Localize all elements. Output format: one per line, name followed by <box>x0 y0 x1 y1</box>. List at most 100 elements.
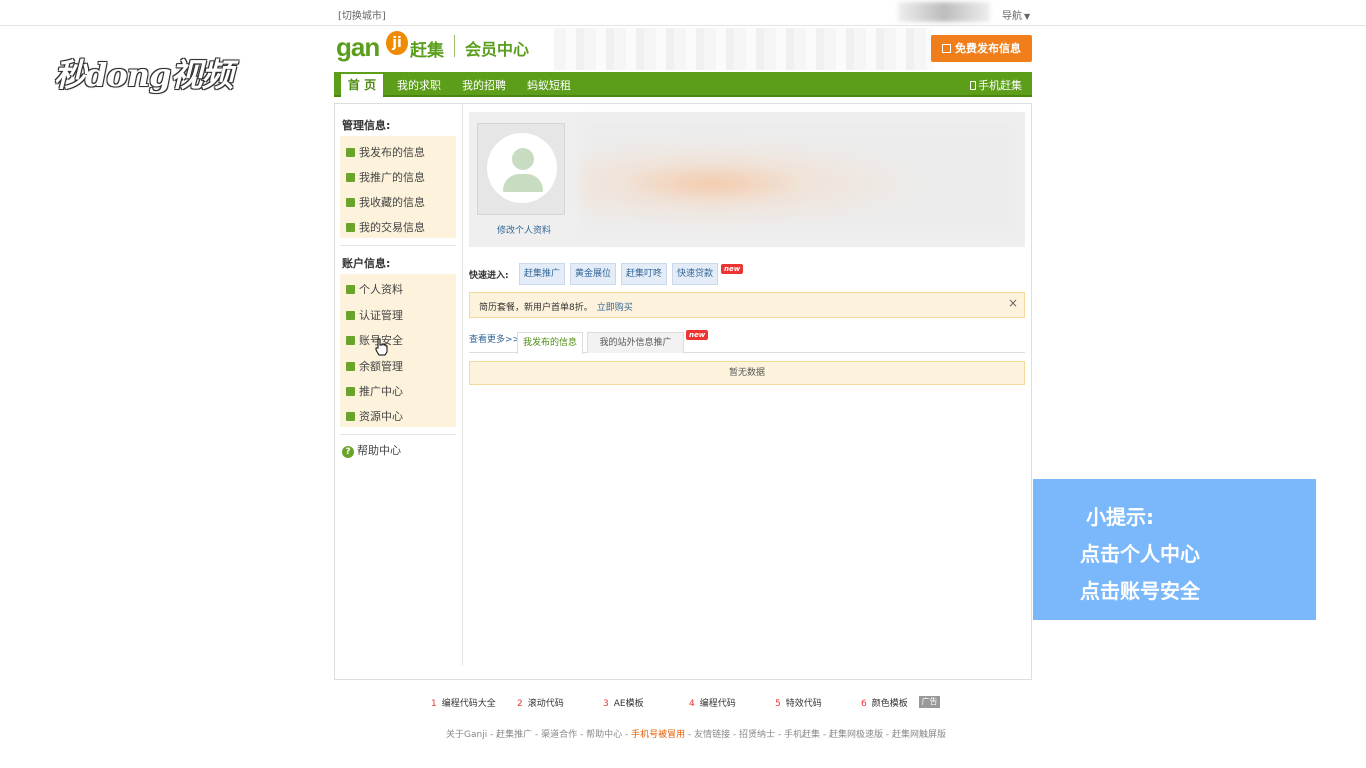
avatar-circle <box>487 133 557 203</box>
new-badge: new <box>721 264 744 274</box>
mail-icon <box>346 223 355 232</box>
tab-offsite-promotion[interactable]: 我的站外信息推广 <box>587 332 684 353</box>
sidebar-item-my-trades[interactable]: 我的交易信息 <box>346 219 425 235</box>
chevron-down-icon: ▼ <box>1024 12 1031 21</box>
link-number: 2 <box>517 699 523 709</box>
sidebar-item-label: 认证管理 <box>359 309 403 322</box>
sidebar-item-label: 我发布的信息 <box>359 146 425 159</box>
ganji-logo-cn: 赶集 <box>410 41 444 61</box>
nav-tab-job-search[interactable]: 我的求职 <box>397 77 441 93</box>
sidebar-item-verification[interactable]: 认证管理 <box>346 307 403 323</box>
avatar[interactable] <box>477 123 565 215</box>
quick-entry-loan[interactable]: 快速贷款 <box>672 263 718 285</box>
blurred-profile-banner <box>580 120 1020 235</box>
link-label: 编程代码 <box>699 699 736 709</box>
sidebar-item-label: 我的交易信息 <box>359 221 425 234</box>
sidebar-item-help[interactable]: ? 帮助中心 <box>342 442 401 458</box>
account-info-heading: 账户信息: <box>342 257 391 270</box>
footer-ad-link[interactable]: 1 编程代码大全 <box>431 696 496 709</box>
free-post-button[interactable]: 免费发布信息 <box>931 35 1032 62</box>
sidebar-item-my-posts[interactable]: 我发布的信息 <box>346 144 425 160</box>
sidebar-item-balance[interactable]: 余额管理 <box>346 358 403 374</box>
footer-links-text: 关于Ganji - 赶集推广 - 渠道合作 - 帮助中心 - <box>446 730 632 740</box>
question-icon: ? <box>342 446 354 458</box>
city-switch-link[interactable]: [切换城市] <box>338 7 386 22</box>
footer-ad-link[interactable]: 6 颜色模板 <box>861 696 908 709</box>
link-number: 4 <box>689 699 695 709</box>
view-more-link[interactable]: 查看更多>> <box>469 332 520 345</box>
watermark-logo-text: 秒dong视频 <box>54 56 233 94</box>
ganji-logo[interactable]: gan <box>336 32 380 63</box>
quick-entry-promote[interactable]: 赶集推广 <box>519 263 565 285</box>
nav-tab-home[interactable]: 首 页 <box>341 74 383 97</box>
nav-tab-recruitment[interactable]: 我的招聘 <box>462 77 506 93</box>
mobile-ganji-link[interactable]: 手机赶集 <box>970 77 1022 93</box>
quick-entry-gold-booth[interactable]: 黄金展位 <box>570 263 616 285</box>
sidebar-item-label: 资源中心 <box>359 410 403 423</box>
sidebar-item-my-promotions[interactable]: 我推广的信息 <box>346 169 425 185</box>
link-number: 5 <box>775 699 781 709</box>
footer-highlight-link[interactable]: 手机号被冒用 <box>631 730 685 740</box>
manage-info-heading: 管理信息: <box>342 119 391 132</box>
sidebar-separator <box>340 245 456 246</box>
buy-now-link[interactable]: 立即购买 <box>597 303 633 313</box>
footer-ad-link[interactable]: 4 编程代码 <box>689 696 736 709</box>
header-divider <box>454 35 455 57</box>
sidebar-item-label: 个人资料 <box>359 283 403 296</box>
free-post-label: 免费发布信息 <box>955 42 1021 55</box>
plus-box-icon <box>346 362 355 371</box>
certificate-icon <box>346 311 355 320</box>
plus-box-icon <box>346 412 355 421</box>
sidebar-divider <box>462 103 463 665</box>
tip-line-1: 点击个人中心 <box>1080 542 1200 566</box>
sidebar-item-promotion-center[interactable]: 推广中心 <box>346 383 403 399</box>
sidebar-item-label: 帮助中心 <box>357 444 401 457</box>
sidebar-item-my-favorites[interactable]: 我收藏的信息 <box>346 194 425 210</box>
mobile-ganji-label: 手机赶集 <box>978 79 1022 92</box>
sidebar-item-profile[interactable]: 个人资料 <box>346 281 403 297</box>
link-label: 颜色模板 <box>871 699 908 709</box>
blurred-user-area <box>898 2 990 22</box>
link-number: 6 <box>861 699 867 709</box>
tab-my-posts[interactable]: 我发布的信息 <box>517 332 583 354</box>
notice-bar: 简历套餐，新用户首单8折。 立即购买 × <box>469 292 1025 318</box>
shield-icon <box>346 336 355 345</box>
top-bar: [切换城市] 导航 ▼ <box>0 0 1366 26</box>
sidebar-item-label: 余额管理 <box>359 360 403 373</box>
new-badge: new <box>686 330 709 340</box>
link-number: 3 <box>603 699 609 709</box>
sidebar-separator <box>340 434 456 435</box>
edit-icon <box>942 44 951 53</box>
megaphone-icon <box>346 173 355 182</box>
main-nav: 首 页 我的求职 我的招聘 蚂蚁短租 手机赶集 <box>334 72 1032 97</box>
quick-entry-label: 快速进入: <box>469 271 509 281</box>
quick-entry-dingdong[interactable]: 赶集叮咚 <box>621 263 667 285</box>
nav-tab-short-rent[interactable]: 蚂蚁短租 <box>527 77 571 93</box>
footer-ad-links: 1 编程代码大全 2 滚动代码 3 AE模板 4 编程代码 5 特效代码 6 颜色模板 广告 <box>430 696 950 710</box>
ad-tag: 广告 <box>919 696 940 708</box>
watermark-logo: 秒dong视频 <box>50 48 255 98</box>
footer-links[interactable]: 关于Ganji - 赶集推广 - 渠道合作 - 帮助中心 - 手机号被冒用 - … <box>446 727 946 740</box>
phone-icon <box>970 81 976 90</box>
folder-icon <box>346 198 355 207</box>
plus-box-icon <box>346 387 355 396</box>
user-avatar-body <box>503 174 543 192</box>
notice-message: 简历套餐，新用户首单8折。 <box>479 303 593 313</box>
footer-links-text-2: - 友情链接 - 招贤纳士 - 手机赶集 - 赶集网极速版 - 赶集网触屏版 <box>685 730 946 740</box>
close-icon[interactable]: × <box>1008 296 1018 310</box>
tip-line-2: 点击账号安全 <box>1080 579 1200 603</box>
sidebar-item-label: 我收藏的信息 <box>359 196 425 209</box>
sidebar-item-label: 我推广的信息 <box>359 171 425 184</box>
sidebar-item-resource-center[interactable]: 资源中心 <box>346 408 403 424</box>
ganji-logo-badge: ji <box>386 31 408 55</box>
edit-profile-link[interactable]: 修改个人资料 <box>497 223 551 236</box>
link-label: 特效代码 <box>785 699 822 709</box>
user-avatar-icon <box>512 148 534 170</box>
footer-ad-link[interactable]: 2 滚动代码 <box>517 696 564 709</box>
page-title: 会员中心 <box>465 40 530 59</box>
nav-menu-dropdown[interactable]: 导航 ▼ <box>1002 7 1030 22</box>
checkbox-icon <box>346 148 355 157</box>
empty-state: 暂无数据 <box>469 361 1025 385</box>
footer-ad-link[interactable]: 5 特效代码 <box>775 696 822 709</box>
footer-ad-link[interactable]: 3 AE模板 <box>603 696 644 709</box>
